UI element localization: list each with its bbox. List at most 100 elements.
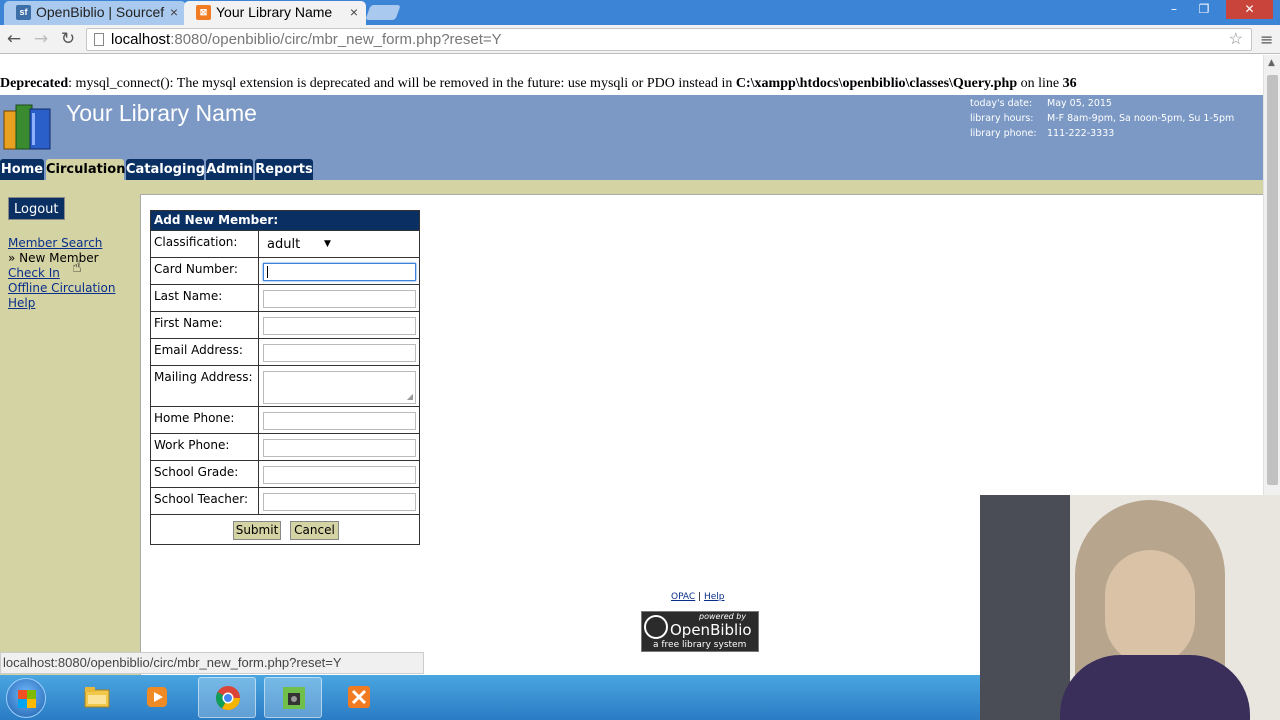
tab-close-icon[interactable]: × [170,1,178,23]
minimize-button[interactable]: – [1160,0,1188,19]
sidebar-item-offline-circulation[interactable]: Offline Circulation [8,281,115,295]
openbiblio-tagline: a free library system [653,640,747,650]
library-info: today's date: May 05, 2015 library hours:… [970,96,1234,141]
resize-grip-icon[interactable]: ◢ [407,393,413,401]
footer-help-link[interactable]: Help [704,592,725,602]
close-window-button[interactable]: ✕ [1226,0,1273,19]
work-phone-label: Work Phone: [154,438,230,452]
deprecation-label: Deprecated [0,76,69,91]
mailing-address-textarea[interactable]: ◢ [263,371,416,404]
deprecation-message: : mysql_connect(): The mysql extension i… [68,76,736,91]
taskbar-xampp[interactable] [330,677,388,718]
deprecation-path: C:\xampp\htdocs\openbiblio\classes\Query… [735,76,1018,91]
openbiblio-badge[interactable]: powered by OpenBiblio a free library sys… [641,611,759,652]
column-divider [258,339,259,365]
deprecation-warning: Deprecated: mysql_connect(): The mysql e… [0,76,1077,92]
last-name-label: Last Name: [154,289,223,303]
info-label: library phone: [970,128,1037,139]
address-bar[interactable]: localhost:8080/openbiblio/circ/mbr_new_f… [86,28,1252,51]
classification-select[interactable]: adult [267,237,300,252]
school-grade-input[interactable] [263,466,416,484]
sidebar-item-check-in[interactable]: Check In [8,266,60,280]
openbiblio-logo-icon [644,615,668,639]
last-name-input[interactable] [263,290,416,308]
dropdown-arrow-icon[interactable]: ▼ [324,239,331,249]
library-name-title: Your Library Name [66,100,257,126]
opac-link[interactable]: OPAC [671,592,695,602]
sidebar: Logout Member Search » New Member Check … [0,180,140,675]
webcam-person-body [1060,655,1250,720]
column-divider [258,407,259,433]
sidebar-item-help[interactable]: Help [8,296,35,310]
chrome-icon [215,686,240,711]
xampp-icon [348,686,370,708]
webcam-background-shelf [980,495,1070,720]
webcam-overlay [980,495,1280,720]
last-name-row: Last Name: [151,284,419,311]
submit-button[interactable]: Submit [233,521,281,540]
back-arrow-icon[interactable]: ← [4,29,24,49]
work-phone-row: Work Phone: [151,433,419,460]
column-divider [258,434,259,460]
first-name-label: First Name: [154,316,223,330]
bookmark-star-icon[interactable]: ☆ [1229,29,1243,50]
browser-toolbar: ← → ↻ localhost:8080/openbiblio/circ/mbr… [0,25,1280,54]
footer-separator: | [695,592,704,602]
deprecation-line-number: 36 [1062,76,1077,91]
todays-date-row: today's date: May 05, 2015 [970,96,1234,111]
school-grade-row: School Grade: [151,460,419,487]
hand-cursor-icon: ☝ [72,257,82,276]
maximize-button[interactable]: ❐ [1190,0,1218,19]
media-player-icon [147,687,167,707]
new-tab-button[interactable] [365,5,401,20]
home-phone-label: Home Phone: [154,411,235,425]
tab-circulation[interactable]: Circulation [46,159,125,180]
info-label: library hours: [970,113,1034,124]
reload-icon[interactable]: ↻ [58,29,78,49]
work-phone-input[interactable] [263,439,416,457]
url-host: localhost [111,31,171,48]
scroll-up-arrow-icon[interactable]: ▲ [1268,58,1275,68]
school-grade-label: School Grade: [154,465,239,479]
cancel-button[interactable]: Cancel [290,521,339,540]
tab-home[interactable]: Home [0,159,44,180]
tab-openbiblio-sourceforge[interactable]: sf OpenBiblio | Sourcef × [4,1,186,25]
card-number-input[interactable] [263,263,416,281]
first-name-input[interactable] [263,317,416,335]
taskbar-explorer[interactable] [68,677,126,718]
email-input[interactable] [263,344,416,362]
powered-by-text: powered by [699,612,747,621]
page-icon [94,33,104,46]
taskbar-camera-app[interactable] [264,677,322,718]
tab-reports[interactable]: Reports [255,159,313,180]
sidebar-item-member-search[interactable]: Member Search [8,236,102,250]
add-member-form: Add New Member: Classification: adult ▼ … [150,210,420,545]
sourceforge-favicon-icon: sf [16,5,31,20]
forward-arrow-icon[interactable]: → [31,29,51,49]
school-teacher-label: School Teacher: [154,492,249,506]
classification-row: Classification: adult ▼ [151,230,419,257]
home-phone-input[interactable] [263,412,416,430]
email-row: Email Address: [151,338,419,365]
info-value: M-F 8am-9pm, Sa noon-5pm, Su 1-5pm [1047,113,1235,124]
browser-menu-icon[interactable]: ≡ [1260,30,1273,49]
windows-logo-icon-lower [18,699,36,708]
scroll-thumb[interactable] [1267,75,1278,485]
info-value: May 05, 2015 [1047,98,1112,109]
openbiblio-brand: OpenBiblio [670,621,752,639]
tab-cataloging[interactable]: Cataloging [126,159,205,180]
tab-admin[interactable]: Admin [206,159,253,180]
tab-title: OpenBiblio | Sourcef [36,4,165,20]
logout-button[interactable]: Logout [8,197,65,220]
webcam-person-face [1105,550,1195,665]
column-divider [258,231,259,257]
taskbar-chrome[interactable] [198,677,256,718]
school-teacher-input[interactable] [263,493,416,511]
start-button[interactable] [6,678,46,718]
tab-your-library-name[interactable]: ⊠ Your Library Name × [184,1,366,25]
sidebar-item-new-member: » New Member [8,251,99,265]
url-path: :8080/openbiblio/circ/mbr_new_form.php?r… [170,31,502,48]
taskbar-media-player[interactable] [128,677,186,718]
info-value: 111-222-3333 [1047,128,1115,139]
tab-close-icon[interactable]: × [350,1,358,23]
